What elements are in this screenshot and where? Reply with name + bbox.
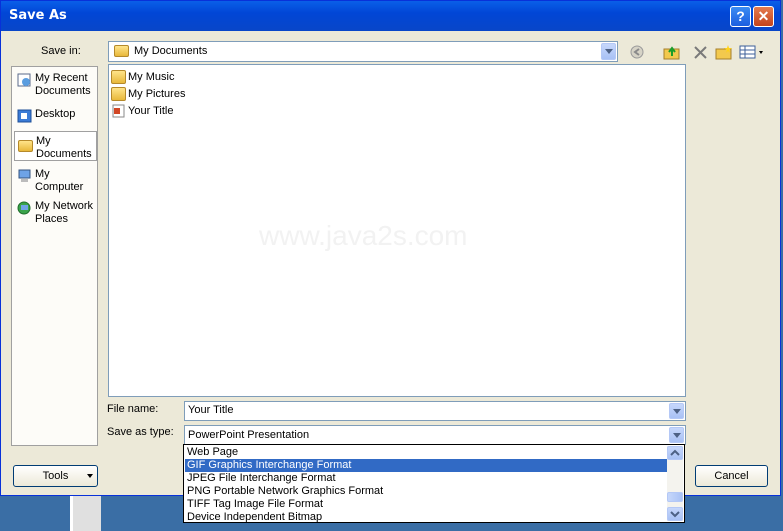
save-as-dialog: Save As ? ✕ Save in: My Documents My Rec… bbox=[0, 0, 781, 496]
places-bar: My Recent Documents Desktop My Documents M… bbox=[11, 66, 98, 446]
option-bitmap[interactable]: Device Independent Bitmap bbox=[185, 511, 668, 524]
option-gif[interactable]: GIF Graphics Interchange Format bbox=[185, 459, 668, 472]
chevron-down-icon bbox=[670, 511, 680, 518]
chevron-down-icon[interactable] bbox=[669, 403, 684, 419]
place-line1: My Network bbox=[35, 200, 94, 212]
file-name-text: My Pictures bbox=[128, 88, 186, 100]
tools-label: Tools bbox=[42, 470, 69, 482]
save-in-value: My Documents bbox=[134, 45, 208, 57]
place-line1: Desktop bbox=[35, 108, 76, 120]
save-as-type-label: Save as type: bbox=[107, 426, 174, 438]
chevron-down-icon bbox=[87, 474, 93, 478]
place-line1: My bbox=[35, 168, 50, 180]
title-bar[interactable]: Save As ? ✕ bbox=[1, 1, 780, 31]
place-line2: Documents bbox=[35, 85, 91, 97]
place-line2: Documents bbox=[36, 148, 92, 160]
pictures-folder-icon bbox=[111, 87, 126, 101]
file-name-input[interactable]: Your Title bbox=[184, 401, 686, 421]
options-scrollbar[interactable] bbox=[667, 446, 683, 521]
my-documents-icon bbox=[114, 45, 129, 57]
file-name-label: File name: bbox=[107, 403, 159, 415]
powerpoint-file-icon bbox=[111, 104, 126, 118]
scroll-up-button[interactable] bbox=[667, 446, 683, 460]
recent-documents-icon bbox=[17, 73, 32, 87]
up-folder-icon[interactable] bbox=[663, 44, 681, 60]
file-name-value: Your Title bbox=[188, 404, 234, 416]
music-folder-icon bbox=[111, 70, 126, 84]
my-computer-icon bbox=[17, 169, 32, 183]
back-icon[interactable] bbox=[629, 44, 647, 60]
background-window-edge bbox=[70, 496, 101, 531]
chevron-up-icon bbox=[670, 449, 680, 456]
place-line2: Computer bbox=[35, 181, 84, 193]
file-name-text: Your Title bbox=[128, 105, 174, 117]
option-png[interactable]: PNG Portable Network Graphics Format bbox=[185, 485, 668, 498]
scroll-down-button[interactable] bbox=[667, 507, 683, 521]
chevron-down-icon[interactable] bbox=[601, 43, 616, 60]
cancel-label: Cancel bbox=[714, 470, 749, 482]
my-documents-icon bbox=[18, 140, 33, 152]
chevron-down-icon[interactable] bbox=[669, 427, 684, 443]
place-my-computer[interactable]: My Computer bbox=[14, 165, 97, 195]
option-web-page[interactable]: Web Page bbox=[185, 446, 668, 459]
save-as-type-dropdown[interactable]: PowerPoint Presentation bbox=[184, 425, 686, 445]
tools-button[interactable]: Tools bbox=[13, 465, 98, 487]
file-list[interactable]: My Music My Pictures Your Title www.java… bbox=[108, 64, 686, 397]
watermark-text: www.java2s.com bbox=[259, 220, 468, 251]
place-line1: My bbox=[36, 135, 51, 147]
option-tiff[interactable]: TIFF Tag Image File Format bbox=[185, 498, 668, 511]
place-line2: Places bbox=[35, 213, 69, 225]
place-my-documents[interactable]: My Documents bbox=[14, 131, 97, 161]
close-button[interactable]: ✕ bbox=[753, 6, 774, 27]
save-as-type-options[interactable]: Web Page GIF Graphics Interchange Format… bbox=[183, 444, 685, 523]
scroll-thumb[interactable] bbox=[667, 492, 683, 502]
place-line1: My Recent bbox=[35, 72, 88, 84]
cancel-button[interactable]: Cancel bbox=[695, 465, 768, 487]
option-jpeg[interactable]: JPEG File Interchange Format bbox=[185, 472, 668, 485]
place-my-recent-documents[interactable]: My Recent Documents bbox=[14, 69, 97, 99]
network-places-icon bbox=[17, 201, 32, 215]
place-my-network-places[interactable]: My Network Places bbox=[14, 197, 97, 227]
save-as-type-value: PowerPoint Presentation bbox=[188, 429, 310, 441]
save-in-label: Save in: bbox=[41, 45, 81, 57]
new-folder-icon[interactable] bbox=[715, 44, 733, 60]
file-name-text: My Music bbox=[128, 71, 175, 83]
delete-icon[interactable] bbox=[692, 44, 710, 60]
views-icon[interactable] bbox=[739, 44, 765, 60]
desktop-icon bbox=[17, 109, 32, 123]
dialog-title: Save As bbox=[9, 8, 67, 23]
help-button[interactable]: ? bbox=[730, 6, 751, 27]
save-in-dropdown[interactable]: My Documents bbox=[108, 41, 618, 62]
